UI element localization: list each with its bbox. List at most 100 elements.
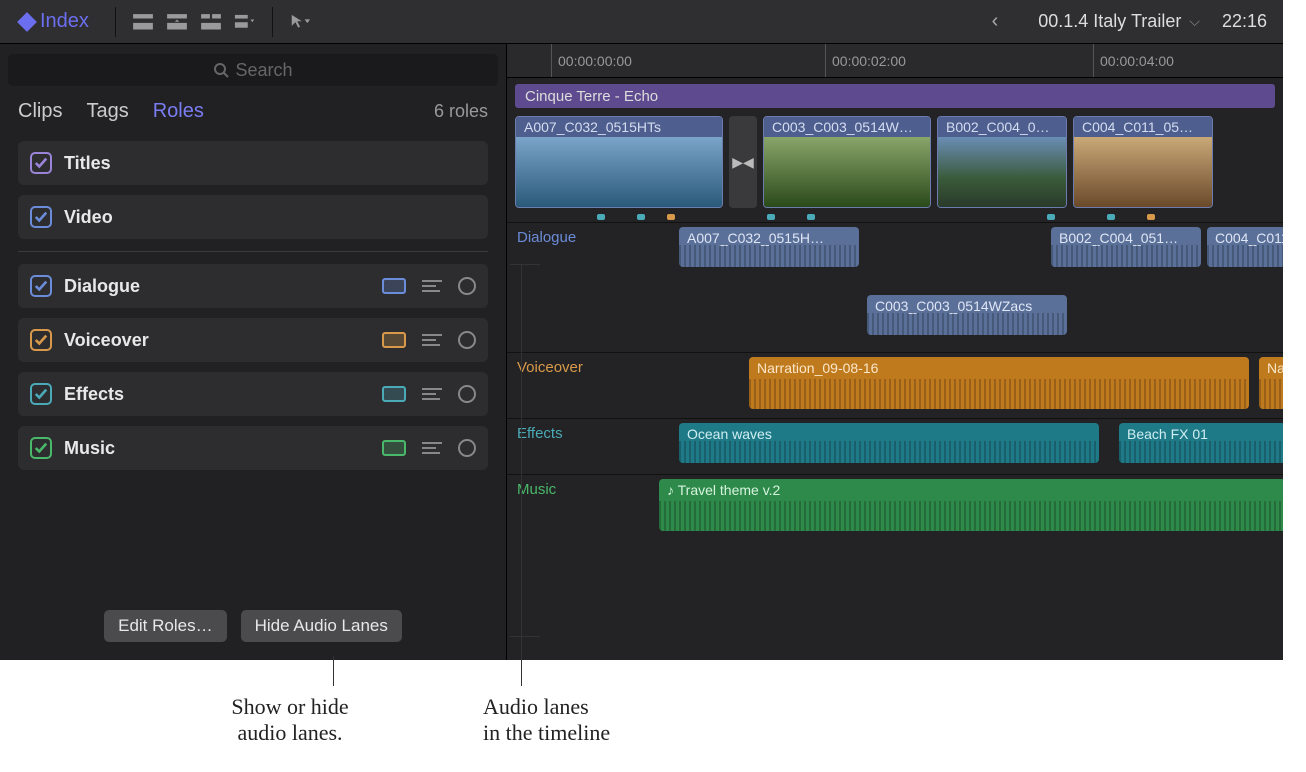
audio-lanes: Dialogue A007_C032_0515H… B002_C004_051…… [507, 222, 1283, 540]
clip-label: C004_C011_05… [1074, 117, 1212, 137]
index-tabs: Clips Tags Roles 6 roles [0, 92, 506, 135]
ruler-mark: 00:00:04:00 [1093, 44, 1174, 77]
audio-clip[interactable]: Beach FX 01 [1119, 423, 1283, 463]
video-clip[interactable]: A007_C032_0515HTs [515, 116, 723, 208]
tab-clips[interactable]: Clips [18, 100, 62, 123]
role-label: Effects [64, 384, 124, 405]
lane-toggle-icon[interactable] [382, 440, 406, 456]
audio-clip[interactable]: A007_C032_0515H… [679, 227, 859, 267]
index-sidebar: Search Clips Tags Roles 6 roles Titles V… [0, 44, 507, 660]
tab-roles[interactable]: Roles [153, 100, 204, 123]
lane-voiceover: Voiceover Narration_09-08-16 Narration_0 [507, 352, 1283, 418]
role-label: Voiceover [64, 330, 149, 351]
transition-icon[interactable]: ▶◀ [729, 116, 757, 208]
solo-icon[interactable] [458, 277, 476, 295]
index-label: Index [40, 10, 89, 33]
audio-clip[interactable]: C003_C003_0514WZacs [867, 295, 1067, 335]
music-icon: ♪ [667, 482, 678, 498]
role-item-effects[interactable]: Effects [18, 372, 488, 416]
back-button[interactable]: ‹ [962, 10, 1029, 33]
pointer-tool-icon[interactable] [289, 12, 311, 32]
timeline[interactable]: 00:00:00:00 00:00:02:00 00:00:04:00 Cinq… [507, 44, 1283, 660]
tab-tags[interactable]: Tags [86, 100, 128, 123]
tool-icons [289, 12, 311, 32]
solo-icon[interactable] [458, 439, 476, 457]
storyline-title-bar[interactable]: Cinque Terre - Echo [515, 84, 1275, 108]
video-clip[interactable]: B002_C004_0… [937, 116, 1067, 208]
divider [115, 7, 116, 37]
time-ruler[interactable]: 00:00:00:00 00:00:02:00 00:00:04:00 [507, 44, 1283, 78]
separator [18, 251, 488, 252]
annotation-line [510, 636, 540, 637]
layout-icon-2[interactable] [166, 12, 188, 32]
role-checkbox[interactable] [30, 437, 52, 459]
annotation-line [521, 264, 522, 686]
search-input[interactable]: Search [8, 54, 498, 86]
project-title-menu[interactable]: 00.1.4 Italy Trailer ⌵ [1038, 11, 1200, 32]
role-checkbox[interactable] [30, 206, 52, 228]
annotation-line [333, 656, 334, 686]
roles-count: 6 roles [434, 101, 488, 122]
chevron-down-icon: ⌵ [1189, 13, 1200, 30]
clip-label: B002_C004_0… [938, 117, 1066, 137]
sidebar-footer: Edit Roles… Hide Audio Lanes [0, 596, 506, 660]
search-placeholder: Search [235, 60, 292, 81]
role-item-titles[interactable]: Titles [18, 141, 488, 185]
layout-icon-3[interactable] [200, 12, 222, 32]
primary-video-track: A007_C032_0515HTs ▶◀ C003_C003_0514W… B0… [507, 112, 1283, 214]
role-item-dialogue[interactable]: Dialogue [18, 264, 488, 308]
edit-roles-button[interactable]: Edit Roles… [104, 610, 226, 642]
ruler-mark: 00:00:02:00 [825, 44, 906, 77]
roles-list: Titles Video Dialogue [0, 135, 506, 596]
lane-dialogue: Dialogue A007_C032_0515H… B002_C004_051…… [507, 222, 1283, 352]
role-label: Titles [64, 153, 111, 174]
lane-music: Music ♪ Travel theme v.2 [507, 474, 1283, 540]
divider [272, 7, 273, 37]
role-checkbox[interactable] [30, 383, 52, 405]
role-checkbox[interactable] [30, 329, 52, 351]
index-button[interactable]: Index [10, 6, 99, 37]
main: Search Clips Tags Roles 6 roles Titles V… [0, 44, 1283, 660]
role-checkbox[interactable] [30, 152, 52, 174]
role-label: Music [64, 438, 115, 459]
ruler-mark: 00:00:00:00 [551, 44, 632, 77]
solo-icon[interactable] [458, 331, 476, 349]
audio-clip[interactable]: ♪ Travel theme v.2 [659, 479, 1283, 531]
project-timecode: 22:16 [1210, 11, 1273, 32]
lane-toggle-icon[interactable] [382, 278, 406, 294]
audio-clip[interactable]: B002_C004_051… [1051, 227, 1201, 267]
role-item-voiceover[interactable]: Voiceover [18, 318, 488, 362]
app-window: Index ‹ 00.1.4 Italy Trailer ⌵ 22:16 Sea… [0, 0, 1283, 660]
clip-label: A007_C032_0515HTs [516, 117, 722, 137]
layout-icons [132, 12, 256, 32]
audio-clip[interactable]: Narration_09-08-16 [749, 357, 1249, 409]
lane-toggle-icon[interactable] [382, 386, 406, 402]
hide-audio-lanes-button[interactable]: Hide Audio Lanes [241, 610, 402, 642]
role-item-video[interactable]: Video [18, 195, 488, 239]
lane-toggle-icon[interactable] [382, 332, 406, 348]
layout-icon-4[interactable] [234, 12, 256, 32]
subroles-icon[interactable] [422, 442, 442, 454]
audio-clip[interactable]: Narration_0 [1259, 357, 1283, 409]
subroles-icon[interactable] [422, 388, 442, 400]
role-label: Video [64, 207, 113, 228]
diamond-icon [17, 12, 37, 32]
subroles-icon[interactable] [422, 280, 442, 292]
subroles-icon[interactable] [422, 334, 442, 346]
video-clip[interactable]: C004_C011_05… [1073, 116, 1213, 208]
role-checkbox[interactable] [30, 275, 52, 297]
project-title: 00.1.4 Italy Trailer [1038, 11, 1181, 32]
layout-icon-1[interactable] [132, 12, 154, 32]
clip-label: C003_C003_0514W… [764, 117, 930, 137]
solo-icon[interactable] [458, 385, 476, 403]
video-clip[interactable]: C003_C003_0514W… [763, 116, 931, 208]
audio-clip[interactable]: C004_C011_05… [1207, 227, 1283, 267]
role-item-music[interactable]: Music [18, 426, 488, 470]
annotation-right: Audio lanes in the timeline [483, 694, 743, 746]
clip-markers [507, 214, 1283, 222]
audio-clip[interactable]: Ocean waves [679, 423, 1099, 463]
annotation-line [510, 264, 540, 265]
annotation-left: Show or hide audio lanes. [160, 694, 420, 746]
lane-effects: Effects Ocean waves Beach FX 01 [507, 418, 1283, 474]
toolbar: Index ‹ 00.1.4 Italy Trailer ⌵ 22:16 [0, 0, 1283, 44]
